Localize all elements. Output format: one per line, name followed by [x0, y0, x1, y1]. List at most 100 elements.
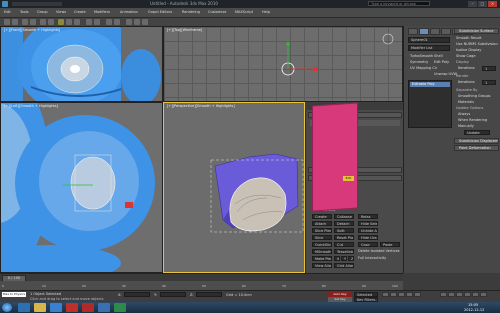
hide-unselected-button[interactable]: Hide Unselected	[358, 235, 378, 240]
app-logo-icon[interactable]	[2, 1, 8, 7]
tessellate-button[interactable]: Tessellate	[334, 249, 354, 254]
msmooth-button[interactable]: MSmooth	[312, 249, 332, 254]
delete-isolated-checkbox[interactable]: Delete Isolated Vertices	[358, 249, 402, 253]
quick-access-toolbar[interactable]	[12, 2, 62, 6]
create-tab-icon[interactable]	[408, 28, 418, 35]
zoom-icon[interactable]	[440, 292, 447, 297]
viewport-label-front[interactable]: [+][Front][Smooth + Highlights]	[4, 28, 60, 32]
update-manually-radio[interactable]: Manually	[458, 124, 474, 128]
close-button[interactable]: ✕	[488, 1, 497, 7]
display-iterations-spinner[interactable]: 1	[482, 66, 496, 71]
make-planar-button[interactable]: Make Planar	[312, 256, 332, 261]
smoothing-groups-checkbox[interactable]: Smoothing Groups	[458, 94, 491, 98]
copy-button[interactable]: Copy	[358, 242, 378, 247]
render-iterations-spinner[interactable]: 1	[482, 80, 496, 85]
modifier-item[interactable]: Symmetry	[410, 60, 428, 64]
render-icon[interactable]	[142, 19, 148, 25]
isoline-display-checkbox[interactable]: Isoline Display	[456, 48, 481, 52]
coord-x-field[interactable]	[124, 292, 150, 297]
split-checkbox[interactable]: Split	[334, 228, 354, 233]
move-icon[interactable]	[58, 19, 64, 25]
menu-customize[interactable]: Customize	[208, 10, 226, 14]
undo-icon[interactable]	[4, 19, 10, 25]
media-taskbar-icon[interactable]	[50, 303, 62, 312]
material-editor-icon[interactable]	[126, 19, 132, 25]
render-setup-icon[interactable]	[134, 19, 140, 25]
track-bar[interactable]: 0 10 20 30 40 50 60 70 80 90 100	[0, 281, 403, 290]
update-button[interactable]: Update	[464, 130, 490, 135]
menu-maxscript[interactable]: MAXScript	[235, 10, 253, 14]
rollout-subdivision-surface[interactable]: Subdivision Surface	[454, 28, 499, 34]
show-cage-checkbox[interactable]: Show Cage	[456, 54, 476, 58]
pdf-taskbar-icon[interactable]	[82, 303, 94, 312]
menu-group[interactable]: Group	[37, 10, 48, 14]
modifier-stack[interactable]: Editable Poly	[408, 80, 452, 128]
collapse-button[interactable]: Collapse	[334, 214, 354, 219]
select-icon[interactable]	[40, 19, 46, 25]
menu-help[interactable]: Help	[262, 10, 270, 14]
modifier-item[interactable]: UV Mapping Clr	[410, 66, 450, 70]
viewport-left[interactable]: [+][Left][Smooth + Highlights]	[0, 102, 163, 273]
grid-align-button[interactable]: Grid Align	[334, 263, 354, 268]
viewport-top[interactable]: [+][Top][Wireframe]	[163, 26, 403, 102]
start-button-icon[interactable]	[2, 303, 12, 312]
coord-z-field[interactable]	[196, 292, 222, 297]
paste-button[interactable]: Paste	[380, 242, 400, 247]
menu-tools[interactable]: Tools	[20, 10, 29, 14]
link-icon[interactable]	[22, 19, 28, 25]
select-by-name-icon[interactable]	[48, 19, 54, 25]
goto-end-icon[interactable]	[414, 292, 421, 297]
app-taskbar-icon[interactable]	[114, 303, 126, 312]
next-frame-icon[interactable]	[406, 292, 413, 297]
modifier-item[interactable]: Edit Poly	[434, 60, 449, 64]
snap-icon[interactable]	[86, 19, 92, 25]
orbit-icon[interactable]	[472, 292, 479, 297]
pan-icon[interactable]	[464, 292, 471, 297]
modifier-item[interactable]: Shell	[434, 54, 443, 58]
slice-plane-button[interactable]: Slice Plane	[312, 228, 332, 233]
prev-frame-icon[interactable]	[390, 292, 397, 297]
rollout-paint-deformation[interactable]: Paint Deformation	[454, 145, 499, 151]
modifier-item[interactable]: TurboSmooth	[410, 54, 433, 58]
slice-button[interactable]: Slice	[312, 235, 332, 240]
zoom-all-icon[interactable]	[448, 292, 455, 297]
explorer-taskbar-icon[interactable]	[34, 303, 46, 312]
rollout-subdivision-displacement[interactable]: Subdivision Displacement	[454, 138, 499, 144]
redo-icon[interactable]	[12, 19, 18, 25]
object-name-field[interactable]: Sphere01	[408, 37, 450, 43]
menu-modifiers[interactable]: Modifiers	[94, 10, 110, 14]
zoom-extents-icon[interactable]	[456, 292, 463, 297]
pink-wall-plane[interactable]	[312, 102, 358, 212]
acrobat-taskbar-icon[interactable]	[66, 303, 78, 312]
menu-create[interactable]: Create	[74, 10, 86, 14]
maxscript-listener[interactable]: Max to Physics	[2, 292, 26, 297]
detach-button[interactable]: Detach	[334, 221, 354, 226]
search-input[interactable]: Type a keyword or phrase	[368, 1, 430, 6]
coord-y-field[interactable]	[160, 292, 186, 297]
planar-x-button[interactable]: X	[334, 256, 340, 261]
update-always-radio[interactable]: Always	[458, 112, 470, 116]
menu-graph-editors[interactable]: Graph Editors	[148, 10, 172, 14]
scene-tag[interactable]: Edit	[343, 176, 354, 181]
full-interactivity-checkbox[interactable]: Full Interactivity	[358, 256, 402, 260]
ie-taskbar-icon[interactable]	[18, 303, 30, 312]
materials-checkbox[interactable]: Materials	[458, 100, 474, 104]
rotate-icon[interactable]	[66, 19, 72, 25]
motion-tab-icon[interactable]	[441, 28, 451, 35]
unlink-icon[interactable]	[30, 19, 36, 25]
view-align-button[interactable]: View Align	[312, 263, 332, 268]
attach-button[interactable]: Attach	[312, 221, 332, 226]
align-icon[interactable]	[114, 19, 120, 25]
menu-views[interactable]: Views	[56, 10, 66, 14]
modifier-item[interactable]: Unwrap UVW	[434, 72, 457, 76]
smooth-result-checkbox[interactable]: Smooth Result	[456, 36, 481, 40]
relax-button[interactable]: Relax	[358, 214, 378, 219]
maximize-button[interactable]: □	[478, 1, 487, 7]
cut-button[interactable]: Cut	[334, 242, 354, 247]
goto-start-icon[interactable]	[382, 292, 389, 297]
hierarchy-tab-icon[interactable]	[430, 28, 440, 35]
hide-selected-button[interactable]: Hide Selected	[358, 221, 378, 226]
angle-snap-icon[interactable]	[94, 19, 100, 25]
create-button[interactable]: Create	[312, 214, 332, 219]
play-icon[interactable]	[398, 292, 405, 297]
